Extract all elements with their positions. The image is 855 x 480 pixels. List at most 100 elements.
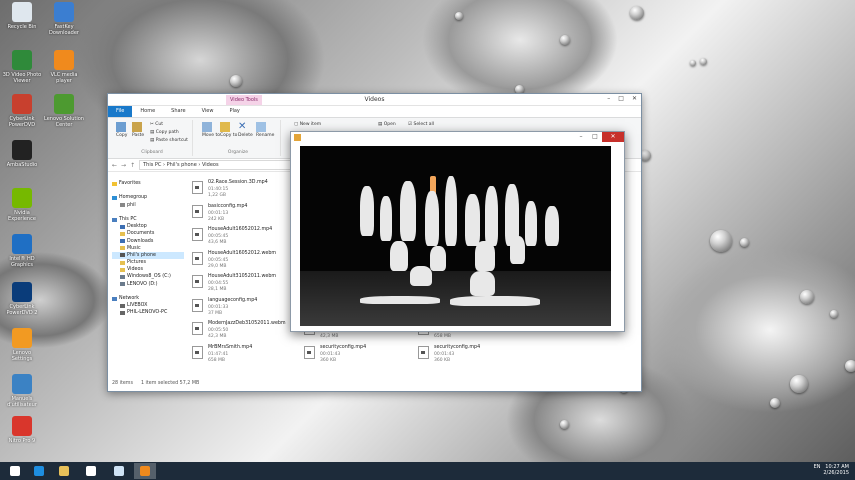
forward-button[interactable]: →	[121, 162, 126, 169]
file-explorer-icon-glyph	[59, 466, 69, 476]
nav-item[interactable]: LENOVO (D:)	[112, 281, 184, 288]
file-item[interactable]: languageconfig.mp4 00:01:33 37 MB	[190, 298, 300, 322]
nav-item[interactable]: phil	[112, 202, 184, 209]
tab-view[interactable]: View	[194, 106, 222, 117]
media-player-icon[interactable]	[134, 463, 156, 479]
close-button[interactable]: ✕	[632, 95, 637, 102]
nav-item-label: LIVEBOX	[127, 303, 148, 309]
player-close-button[interactable]: ✕	[602, 132, 624, 142]
paste-shortcut-button[interactable]: ▤ Paste shortcut	[150, 138, 188, 143]
file-item[interactable]: MrBMrsSmith.mp401:47:41658 MB	[190, 345, 300, 369]
dancer-figure	[360, 186, 374, 236]
start-icon[interactable]	[4, 463, 26, 479]
file-item[interactable]: 02.Race.Session.3D.mp4 01:40:15 1,22 GB	[190, 180, 300, 204]
nav-item[interactable]: PHIL-LENOVO-PC	[112, 309, 184, 316]
internet-explorer-icon[interactable]	[28, 463, 50, 479]
nav-item-icon	[112, 195, 117, 200]
desktop-icon[interactable]: CyberLink PowerDVD 2	[2, 282, 42, 316]
back-button[interactable]: ←	[112, 162, 117, 169]
clock-date[interactable]: 2/26/2015	[814, 470, 849, 476]
nav-item-label: Phil's phone	[127, 252, 156, 258]
up-button[interactable]: ↑	[130, 162, 135, 169]
nav-item[interactable]: Phil's phone	[112, 251, 184, 260]
desktop-icon[interactable]: AmbaStudio	[2, 140, 42, 168]
desktop-icon-label: Nvidia Experience	[8, 210, 36, 222]
maximize-button[interactable]: □	[618, 95, 624, 102]
desktop-icon[interactable]: 3D Video Photo Viewer	[2, 50, 42, 84]
tab-file[interactable]: File	[108, 106, 133, 117]
cut-button[interactable]: ✂ Cut	[150, 122, 163, 127]
copy-path-button[interactable]: ▤ Copy path	[150, 130, 179, 135]
nav-item[interactable]: Pictures	[112, 259, 184, 266]
display-icon[interactable]	[108, 463, 130, 479]
internet-explorer-icon-glyph	[34, 466, 44, 476]
nav-item[interactable]: Network	[112, 295, 184, 302]
open-button[interactable]: ▤ Open	[378, 122, 396, 127]
copy-to-button[interactable]: Copy to	[220, 122, 237, 138]
player-maximize-button[interactable]: □	[588, 132, 602, 142]
video-file-icon	[192, 204, 203, 218]
rename-label: Rename	[256, 133, 275, 138]
file-item[interactable]: ModernJazzDeb31052011.webm 00:05:5042,3 M…	[190, 321, 300, 345]
file-duration: 00:01:43	[320, 351, 341, 357]
desktop-icon-image	[12, 140, 32, 160]
file-item[interactable]: HouseAdult31052011.webm 00:04:55 28,1 MB	[190, 274, 300, 298]
desktop-icon[interactable]: Lenovo Settings	[2, 328, 42, 362]
move-to-button[interactable]: Move to	[202, 122, 220, 138]
dancer-figure	[445, 176, 457, 246]
desktop-icon[interactable]: Intel® HD Graphics	[2, 234, 42, 268]
paste-button[interactable]: Paste	[132, 122, 144, 138]
nav-item[interactable]: Downloads	[112, 238, 184, 245]
video-file-icon	[192, 345, 203, 359]
nav-item-label: Desktop	[127, 224, 147, 230]
tab-play[interactable]: Play	[221, 106, 247, 117]
desktop-icon[interactable]: VLC media player	[44, 50, 84, 84]
desktop-icon[interactable]: CyberLink PowerDVD	[2, 94, 42, 128]
copy-label: Copy	[116, 133, 128, 138]
file-item[interactable]: basicconfig.mp4 00:01:13 242 KB	[190, 204, 300, 228]
file-duration: 00:01:13	[208, 210, 229, 216]
minimize-button[interactable]: –	[607, 95, 610, 102]
file-item[interactable]: HouseAdult16052012.webm 00:05:45 29,0 MB	[190, 251, 300, 275]
nav-item[interactable]: Homegroup	[112, 194, 184, 201]
file-item[interactable]: securityconfig.mp4 00:01:43 360 KB	[416, 345, 526, 369]
tab-share[interactable]: Share	[163, 106, 193, 117]
file-item[interactable]: HouseAdult16052012.mp4 00:05:45 43,6 MB	[190, 227, 300, 251]
select-all-label: Select all	[413, 122, 435, 127]
breadcrumb-videos[interactable]: Videos	[202, 162, 219, 168]
nav-item[interactable]: LIVEBOX	[112, 302, 184, 309]
desktop-icon[interactable]: FastKey Downloader	[44, 2, 84, 36]
desktop-icon[interactable]: Lenovo Solution Center	[44, 94, 84, 128]
nav-item[interactable]: Documents	[112, 230, 184, 237]
home-icon[interactable]	[80, 463, 102, 479]
nav-item[interactable]: Favorites	[112, 180, 184, 187]
breadcrumb-phone[interactable]: Phil's phone	[167, 162, 197, 168]
desktop-icon-image	[12, 282, 32, 302]
player-minimize-button[interactable]: –	[574, 132, 588, 142]
tab-home[interactable]: Home	[132, 106, 163, 117]
nav-item-label: Documents	[127, 231, 155, 237]
rename-button[interactable]: Rename	[256, 122, 274, 138]
open-label: Open	[383, 122, 396, 127]
desktop-icon[interactable]: Nitro Pro 9	[2, 416, 42, 444]
nav-item[interactable]: Desktop	[112, 223, 184, 230]
input-language[interactable]: EN	[814, 464, 821, 470]
file-item[interactable]: securityconfig.mp4 00:01:43 360 KB	[302, 345, 412, 369]
new-item-button[interactable]: ▢ New item	[294, 122, 321, 127]
video-frame[interactable]	[300, 146, 611, 326]
file-name: MrBMrsSmith.mp4	[208, 344, 253, 350]
nav-item[interactable]: This PC	[112, 216, 184, 223]
delete-button[interactable]: ✕ Delete	[238, 122, 253, 139]
breadcrumb-this-pc[interactable]: This PC	[143, 162, 161, 168]
nav-item[interactable]: Windows8_OS (C:)	[112, 273, 184, 280]
water-drop	[800, 290, 814, 304]
desktop-icon[interactable]: Recycle Bin	[2, 2, 42, 30]
nav-item[interactable]: Videos	[112, 266, 184, 273]
nav-item[interactable]: Music	[112, 245, 184, 252]
file-explorer-icon[interactable]	[53, 463, 75, 479]
desktop-icon[interactable]: Manuels d'utilisateur	[2, 374, 42, 408]
copy-button[interactable]: Copy	[116, 122, 127, 138]
select-all-button[interactable]: ☑ Select all	[408, 122, 434, 127]
desktop-icon[interactable]: Nvidia Experience	[2, 188, 42, 222]
dancer-figure	[380, 196, 392, 241]
